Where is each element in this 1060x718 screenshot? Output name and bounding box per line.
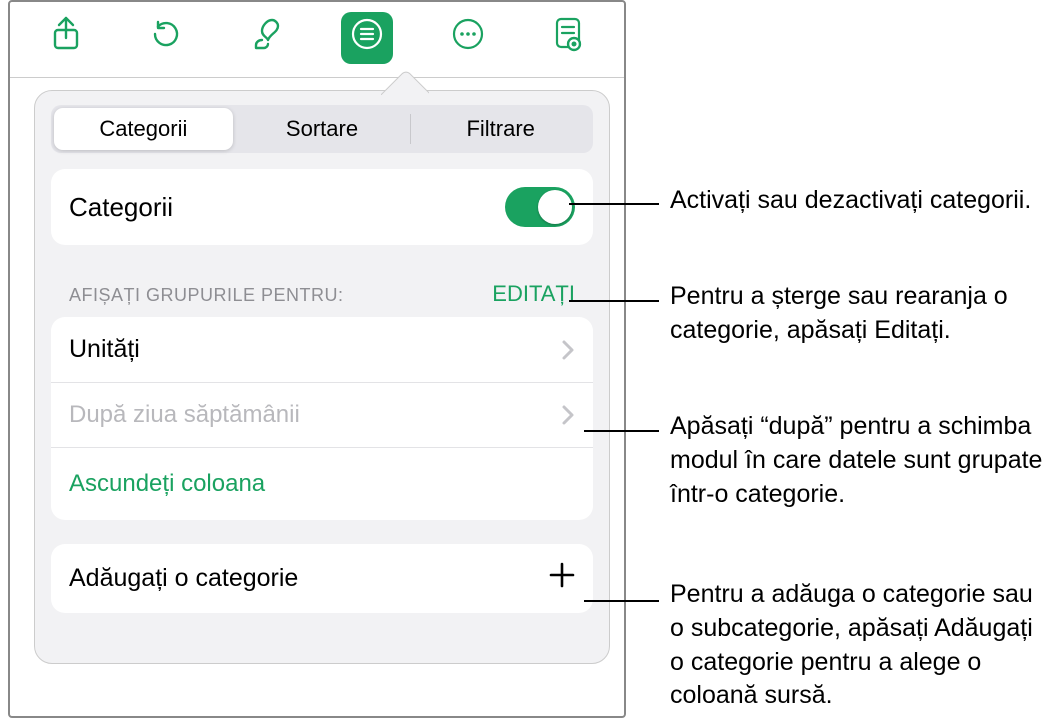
categories-toggle-switch[interactable] [505,187,575,227]
groups-section-header: AFIȘAȚI GRUPURILE PENTRU: EDITAȚI [49,281,595,317]
undo-icon [149,17,183,58]
hide-column-row[interactable]: Ascundeți coloana [51,447,593,520]
chevron-right-icon [561,339,575,361]
add-category-card: Adăugați o categorie [51,544,593,613]
undo-button[interactable] [140,12,192,64]
add-category-row[interactable]: Adăugați o categorie [51,544,593,613]
callout-line [569,300,659,302]
callout-line [584,430,659,432]
plus-icon [549,562,575,595]
popover-arrow [381,71,429,95]
list-item-units[interactable]: Unități [51,317,593,382]
segmented-control: Categorii Sortare Filtrare [51,105,593,153]
callout-groupby: Apăsați “după” pentru a schimba modul în… [670,410,1050,511]
list-item-label: După ziua săptămânii [69,401,300,429]
share-button[interactable] [40,12,92,64]
organize-popover: Categorii Sortare Filtrare Categorii AFI… [34,90,610,664]
callout-line [569,203,659,205]
organize-icon [350,17,384,58]
device-panel: Categorii Sortare Filtrare Categorii AFI… [8,0,626,718]
groups-section-label: AFIȘAȚI GRUPURILE PENTRU: [69,285,344,306]
categories-toggle-label: Categorii [69,192,173,223]
format-button[interactable] [241,12,293,64]
paintbrush-icon [250,16,284,59]
preview-button[interactable] [542,12,594,64]
more-button[interactable] [442,12,494,64]
organize-button[interactable] [341,12,393,64]
list-item-label: Unități [69,335,140,364]
list-item-by-weekday[interactable]: După ziua săptămânii [51,382,593,447]
callout-edit: Pentru a șterge sau rearanja o categorie… [670,280,1050,348]
share-icon [51,16,81,59]
tab-categories[interactable]: Categorii [54,108,233,150]
categories-toggle-row: Categorii [51,169,593,245]
chevron-right-icon [561,404,575,426]
edit-button[interactable]: EDITAȚI [492,281,575,307]
more-icon [451,17,485,58]
doc-preview-icon [552,16,584,59]
groups-list-card: Unități După ziua săptămânii Ascundeți c… [51,317,593,520]
tab-sort[interactable]: Sortare [233,108,412,150]
callout-add: Pentru a adăuga o categorie sau o subcat… [670,578,1050,713]
top-toolbar [10,2,624,78]
categories-toggle-card: Categorii [51,169,593,245]
add-category-label: Adăugați o categorie [69,564,298,593]
callout-line [584,600,659,602]
tab-filter[interactable]: Filtrare [411,108,590,150]
callout-toggle: Activați sau dezactivați categorii. [670,184,1050,218]
hide-column-label: Ascundeți coloana [69,470,265,498]
